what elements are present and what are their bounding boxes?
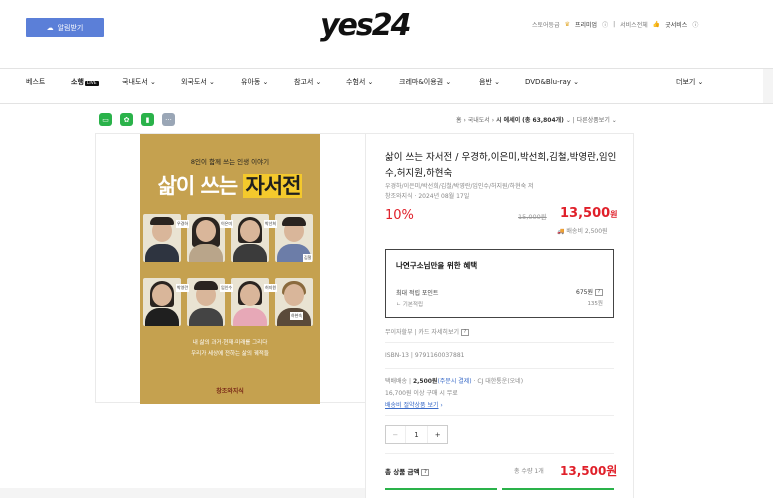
cover-title: 삶이 쓰는 자서전 xyxy=(157,174,303,198)
nav-reference[interactable]: 참고서 ⌄ xyxy=(294,77,321,87)
product-meta: 우경하/이은미/박선희/김철/박영란/임인수/허지원/하현숙 저 창조와지식 ·… xyxy=(385,182,534,202)
bell-icon: ☁ xyxy=(46,23,54,32)
divider xyxy=(385,453,614,454)
nav-divider xyxy=(0,103,773,104)
chat-share-icon[interactable]: ▭ xyxy=(99,113,112,126)
help-icon[interactable]: ? xyxy=(595,289,603,296)
help-icon[interactable]: ? xyxy=(460,329,469,336)
side-strip xyxy=(763,69,773,103)
author-name-tag: 우경하 xyxy=(176,220,190,228)
author-name-tag: 박선희 xyxy=(264,220,278,228)
help-icon[interactable]: ⓘ xyxy=(692,20,698,29)
other-products-link[interactable]: 다른상품보기 xyxy=(577,117,610,124)
live-badge: LIVE xyxy=(84,81,99,86)
qty-plus-button[interactable]: + xyxy=(427,426,447,443)
author-name-tag: 임인수 xyxy=(220,284,234,292)
nav-crema[interactable]: 크레마&이용권 ⌄ xyxy=(399,77,451,87)
total-count: 총 수량 1개 xyxy=(514,468,544,475)
divider xyxy=(385,415,614,416)
buy-button[interactable] xyxy=(502,488,614,498)
good-service-link[interactable]: 굿서비스 xyxy=(665,20,687,29)
yes24-logo[interactable]: yes24 xyxy=(320,8,412,43)
base-point-value: 135원 xyxy=(587,301,603,307)
point-label: 최대 적립 포인트 xyxy=(396,290,439,297)
thumbs-up-icon: 👍 xyxy=(652,21,661,28)
nav-more[interactable]: 더보기 ⌄ xyxy=(676,77,703,87)
breadcrumb-home[interactable]: 홈 xyxy=(456,117,462,124)
nav-domestic-books[interactable]: 국내도서 ⌄ xyxy=(122,77,156,87)
nav-music[interactable]: 음반 ⌄ xyxy=(479,77,500,87)
cover-line2: 우리가 세상에 전하는 삶의 궤적들 xyxy=(191,351,269,357)
bottom-strip xyxy=(0,488,365,498)
nav-dvd[interactable]: DVD&Blu-ray ⌄ xyxy=(525,78,579,86)
author-name-tag: 김철 xyxy=(303,254,313,262)
original-price: 15,000원 xyxy=(518,213,547,221)
author-name-tag: 박영란 xyxy=(176,284,190,292)
cover-subtitle: 8인이 함께 쓰는 인생 이야기 xyxy=(190,158,270,166)
nav-exam[interactable]: 수험서 ⌄ xyxy=(346,77,373,87)
premium-link[interactable]: 프리미엄 xyxy=(575,20,597,29)
total-label: 총 상품 금액? xyxy=(385,466,430,476)
cover-publisher: 창조와지식 xyxy=(216,388,244,395)
breadcrumb-cat1[interactable]: 국내도서 xyxy=(468,117,490,124)
quantity-stepper: − 1 + xyxy=(385,425,448,444)
cart-button[interactable] xyxy=(385,488,497,498)
truck-icon: 🚚 xyxy=(557,228,565,235)
help-icon[interactable]: ⓘ xyxy=(602,20,608,29)
point-value: 675원? xyxy=(576,287,603,296)
author-list[interactable]: 우경하/이은미/박선희/김철/박영란/임인수/허지원/하현숙 저 xyxy=(385,182,534,192)
nav-best[interactable]: 베스트 xyxy=(26,77,45,87)
alarm-label: 알림받기 xyxy=(57,23,84,32)
bookmark-icon[interactable]: ▮ xyxy=(141,113,154,126)
installment-info[interactable]: 무이자할부 | 카드 자세히보기? xyxy=(385,327,469,336)
crown-icon: ♛ xyxy=(564,21,570,28)
divider xyxy=(385,368,614,369)
qty-minus-button[interactable]: − xyxy=(386,426,406,443)
breadcrumb: 홈 › 국내도서 › 시 에세이 (총 63,804개) ⌄ | 다른상품보기 … xyxy=(456,117,617,124)
base-point-label: ㄴ 기본적립 xyxy=(396,302,424,308)
wishlist-icon[interactable]: ✿ xyxy=(120,113,133,126)
author-name-tag: 허지원 xyxy=(264,284,278,292)
qty-input[interactable]: 1 xyxy=(406,426,428,443)
benefit-box: 나연구소님만을 위한 혜택 최대 적립 포인트 675원? ㄴ 기본적립 135… xyxy=(385,249,614,318)
book-cover[interactable]: 8인이 함께 쓰는 인생 이야기 삶이 쓰는 자서전 우경하 이은미 박선희 김… xyxy=(140,134,320,404)
product-title: 삶이 쓰는 자서전 / 우경하,이은미,박선희,김철,박영란,임인수,허지원,하… xyxy=(385,152,617,179)
shipping-fee: 🚚 배송비 2,500원 xyxy=(557,228,608,235)
author-name-tag: 하현숙 xyxy=(290,312,304,320)
shipping-saving-link[interactable]: 배송비 절약상품 보기 xyxy=(385,402,439,409)
nav-foreign-books[interactable]: 외국도서 ⌄ xyxy=(181,77,215,87)
discount-rate: 10% xyxy=(385,208,414,223)
nav-kids[interactable]: 유아동 ⌄ xyxy=(241,77,268,87)
more-icon[interactable]: ··· xyxy=(162,113,175,126)
publisher-date: 창조와지식 · 2024년 08월 17일 xyxy=(385,193,470,200)
delivery-info: 택배배송 | 2,500원(주문시 결제) · CJ 대한통운(오네) 16,7… xyxy=(385,378,524,409)
benefit-title: 나연구소님만을 위한 혜택 xyxy=(396,261,478,270)
alarm-button[interactable]: ☁ 알림받기 xyxy=(26,18,104,37)
cover-line1: 내 삶의 과거·현재·미래를 그리다 xyxy=(192,340,268,346)
breadcrumb-count: (총 63,804개) xyxy=(522,117,564,124)
nav-live-shopping[interactable]: 소행 LIVE xyxy=(71,77,99,87)
divider: | xyxy=(613,21,616,28)
help-icon[interactable]: ? xyxy=(421,468,430,476)
store-grade-link[interactable]: 스토어등급 xyxy=(532,20,560,29)
breadcrumb-cat2[interactable]: 시 에세이 xyxy=(496,117,520,124)
divider xyxy=(385,342,614,343)
isbn: ISBN-13 | 9791160037881 xyxy=(385,352,465,359)
top-links: 스토어등급 ♛ 프리미엄 ⓘ | 서비스전체 👍 굿서비스 ⓘ xyxy=(532,20,698,29)
header-divider xyxy=(0,68,773,69)
service-link[interactable]: 서비스전체 xyxy=(620,20,648,29)
author-name-tag: 이은미 xyxy=(220,220,234,228)
sale-price: 13,500원 xyxy=(560,206,618,221)
total-price: 13,500원 xyxy=(560,464,618,478)
